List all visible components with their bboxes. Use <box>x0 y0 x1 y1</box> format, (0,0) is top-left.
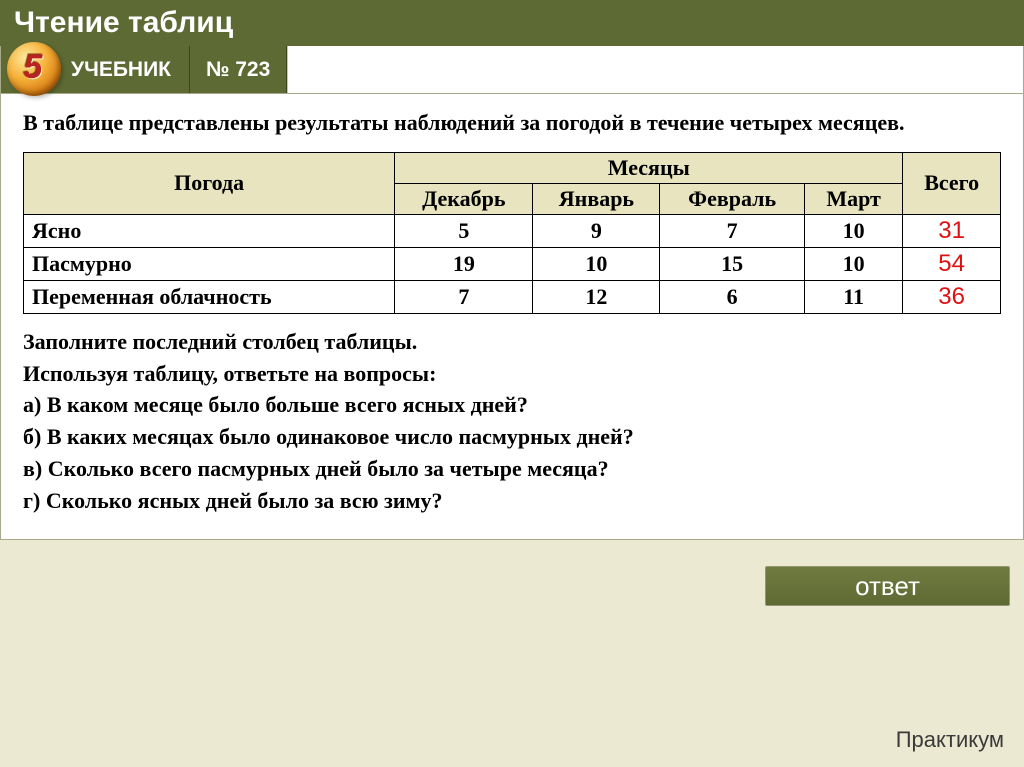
cell: 6 <box>660 280 804 313</box>
cell: 15 <box>660 247 804 280</box>
cell: 12 <box>533 280 660 313</box>
answer-button[interactable]: ответ <box>765 566 1010 606</box>
col-weather: Погода <box>24 152 395 214</box>
cell: 5 <box>395 214 533 247</box>
answer-row: ответ <box>0 540 1024 606</box>
cell: 19 <box>395 247 533 280</box>
instruction-line: Используя таблицу, ответьте на вопросы: <box>23 358 1001 390</box>
cell: 10 <box>804 247 902 280</box>
cell: 10 <box>804 214 902 247</box>
cell: 7 <box>395 280 533 313</box>
toolbar: 5 УЧЕБНИК № 723 <box>0 46 1024 94</box>
question-d: г) Сколько ясных дней было за всю зиму? <box>23 485 1001 517</box>
weather-table: Погода Месяцы Всего Декабрь Январь Февра… <box>23 152 1001 314</box>
page-title: Чтение таблиц <box>0 0 1024 46</box>
cell: 11 <box>804 280 902 313</box>
grade-badge: 5 <box>7 42 61 96</box>
tab-exercise-number[interactable]: № 723 <box>190 46 287 93</box>
row-label: Пасмурно <box>24 247 395 280</box>
col-month-0: Декабрь <box>395 183 533 214</box>
cell: 7 <box>660 214 804 247</box>
content-panel: В таблице представлены результаты наблюд… <box>0 94 1024 540</box>
table-row: Переменная облачность 7 12 6 11 36 <box>24 280 1001 313</box>
question-c: в) Сколько всего пасмурных дней было за … <box>23 453 1001 485</box>
row-label: Ясно <box>24 214 395 247</box>
intro-text: В таблице представлены результаты наблюд… <box>23 108 1001 138</box>
table-row: Пасмурно 19 10 15 10 54 <box>24 247 1001 280</box>
instructions: Заполните последний столбец таблицы. Исп… <box>23 326 1001 517</box>
cell-total: 54 <box>903 247 1001 280</box>
row-label: Переменная облачность <box>24 280 395 313</box>
cell-total: 31 <box>903 214 1001 247</box>
col-month-1: Январь <box>533 183 660 214</box>
col-months-group: Месяцы <box>395 152 903 183</box>
cell-total: 36 <box>903 280 1001 313</box>
cell: 10 <box>533 247 660 280</box>
question-a: а) В каком месяце было больше всего ясны… <box>23 389 1001 421</box>
col-month-3: Март <box>804 183 902 214</box>
toolbar-spacer <box>287 46 1023 93</box>
grade-value: 5 <box>24 48 43 87</box>
table-row: Ясно 5 9 7 10 31 <box>24 214 1001 247</box>
question-b: б) В каких месяцах было одинаковое число… <box>23 421 1001 453</box>
cell: 9 <box>533 214 660 247</box>
instruction-line: Заполните последний столбец таблицы. <box>23 326 1001 358</box>
col-month-2: Февраль <box>660 183 804 214</box>
col-total: Всего <box>903 152 1001 214</box>
footer-label: Практикум <box>896 727 1004 753</box>
